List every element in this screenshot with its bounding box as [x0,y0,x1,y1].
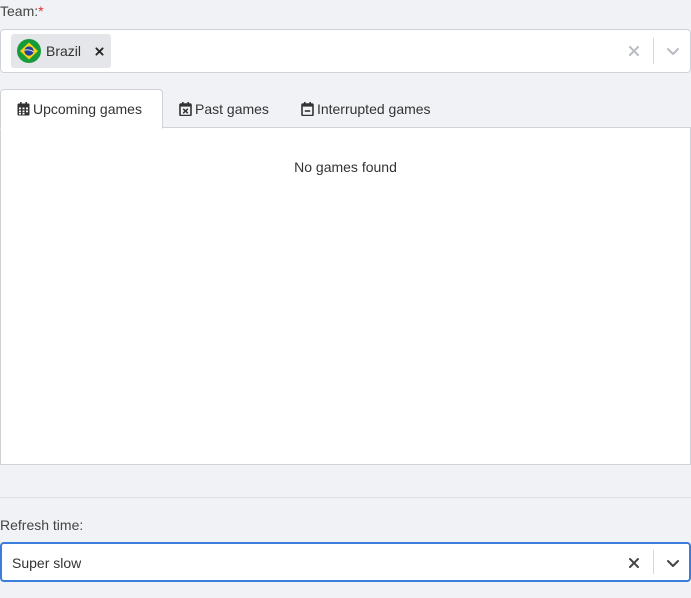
calendar-minus-icon [301,101,314,116]
calendar-x-icon [179,101,192,116]
section-divider [0,497,691,498]
refresh-chevron-down-icon[interactable] [665,555,681,571]
team-label: Team:* [0,3,44,19]
team-chip: Brazil [11,34,111,68]
team-chip-label: Brazil [46,43,82,59]
tab-upcoming-label: Upcoming games [33,101,142,117]
team-clear-icon[interactable] [626,43,642,59]
refresh-time-select[interactable]: Super slow [0,542,691,582]
tab-interrupted-label: Interrupted games [316,100,431,117]
team-select[interactable]: Brazil [0,29,691,73]
tab-past-games[interactable]: Past games [163,89,285,128]
refresh-time-value: Super slow [12,555,82,571]
games-panel: No games found [0,127,691,465]
team-label-text: Team: [0,3,39,19]
empty-state-message: No games found [294,159,397,175]
refresh-time-label: Refresh time: [0,517,84,533]
games-tabs: Upcoming games Past games Interrupted ga… [0,89,691,129]
brazil-flag-icon [17,39,41,63]
team-select-separator [653,38,654,64]
chip-remove-icon[interactable] [93,45,105,57]
tab-interrupted-games[interactable]: Interrupted games [285,89,447,128]
team-chevron-down-icon[interactable] [665,43,681,59]
calendar-icon [17,102,30,116]
refresh-clear-icon[interactable] [626,555,642,571]
required-asterisk: * [38,3,44,19]
tab-past-label: Past games [195,100,269,117]
tab-upcoming-games[interactable]: Upcoming games [0,89,163,129]
refresh-select-separator [653,550,654,574]
